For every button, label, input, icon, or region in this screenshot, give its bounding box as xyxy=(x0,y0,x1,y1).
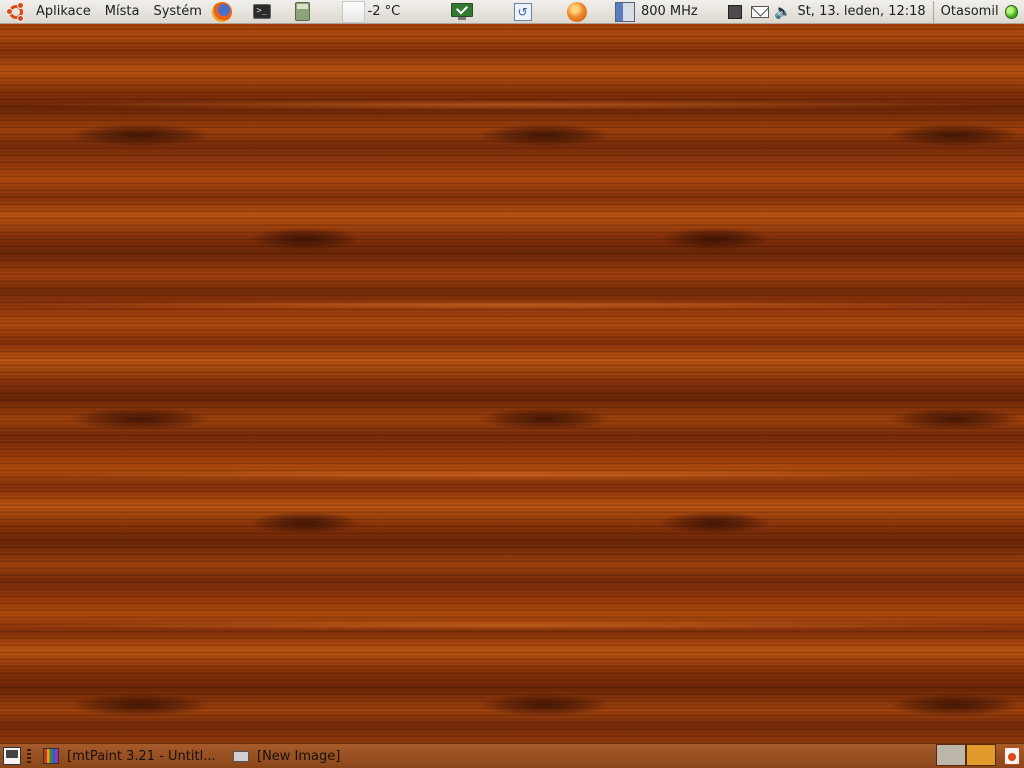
firefox-launcher[interactable] xyxy=(212,1,233,23)
terminal-icon: >_ xyxy=(253,4,272,19)
panel-handle[interactable] xyxy=(27,749,31,763)
volume-icon: 🔈 xyxy=(774,3,792,20)
workspace-switcher xyxy=(936,744,996,767)
wood-knot xyxy=(250,228,360,250)
bottom-panel: [mtPaint 3.21 - Untitl... [New Image] xyxy=(0,743,1024,768)
ubuntu-logo-icon[interactable] xyxy=(6,1,25,22)
clock[interactable]: St, 13. leden, 12:18 xyxy=(794,4,928,19)
wood-knot xyxy=(660,512,770,534)
image-icon xyxy=(233,750,249,762)
wood-knot xyxy=(480,124,610,146)
online-status-icon[interactable] xyxy=(1004,4,1018,19)
calculator-launcher[interactable] xyxy=(292,1,313,23)
menu-applications[interactable]: Aplikace xyxy=(29,0,98,24)
workspace-switch-button[interactable]: ↺ xyxy=(512,1,533,23)
workspace-2[interactable] xyxy=(966,744,996,766)
wood-knot xyxy=(480,408,610,430)
network-icon xyxy=(728,4,743,19)
weather-temperature[interactable]: -2 °C xyxy=(365,4,404,19)
wood-streak xyxy=(0,470,1024,480)
wood-streak xyxy=(0,620,1024,630)
wood-knot xyxy=(70,408,210,430)
show-desktop-icon[interactable] xyxy=(3,747,21,765)
cpu-frequency-button[interactable] xyxy=(614,1,635,23)
mail-icon xyxy=(751,5,770,18)
wood-knot xyxy=(890,408,1020,430)
menu-system[interactable]: Systém xyxy=(146,0,208,24)
workspace-1[interactable] xyxy=(936,744,966,766)
system-monitor-button[interactable] xyxy=(451,1,474,23)
wood-streak xyxy=(0,300,1024,310)
taskbar-item-mtpaint[interactable]: [mtPaint 3.21 - Untitl... xyxy=(37,745,227,768)
mtpaint-icon xyxy=(43,748,59,764)
firefox-icon xyxy=(212,1,233,22)
top-panel: Aplikace Místa Systém >_ -2 °C ↺ 800 MHz… xyxy=(0,0,1024,24)
trash-icon[interactable] xyxy=(1004,747,1020,765)
wood-knot xyxy=(480,694,610,716)
switch-icon: ↺ xyxy=(513,2,532,21)
wood-knot xyxy=(70,694,210,716)
wood-knot xyxy=(660,228,770,250)
taskbar-item-new-image[interactable]: [New Image] xyxy=(227,745,417,768)
wood-knot xyxy=(250,512,360,534)
update-notifier-icon xyxy=(566,1,587,22)
system-monitor-icon xyxy=(451,2,474,20)
panel-separator xyxy=(932,0,934,23)
desktop-wallpaper[interactable] xyxy=(0,0,1024,768)
network-button[interactable] xyxy=(725,1,746,23)
task-label: [New Image] xyxy=(257,748,341,764)
calculator-icon xyxy=(294,2,310,21)
wood-knot xyxy=(890,124,1020,146)
user-name[interactable]: Otasomil xyxy=(938,4,1002,19)
task-label: [mtPaint 3.21 - Untitl... xyxy=(67,748,216,764)
weather-icon[interactable] xyxy=(341,0,365,23)
mail-button[interactable] xyxy=(750,1,771,23)
menu-places[interactable]: Místa xyxy=(98,0,147,24)
wood-streak xyxy=(0,100,1024,110)
wood-knot xyxy=(890,694,1020,716)
cpu-frequency-label[interactable]: 800 MHz xyxy=(638,4,701,19)
wood-knot xyxy=(70,124,210,146)
volume-button[interactable]: 🔈 xyxy=(773,1,794,23)
terminal-launcher[interactable]: >_ xyxy=(252,1,273,23)
update-notifier-button[interactable] xyxy=(566,1,587,23)
cpu-frequency-icon xyxy=(614,1,635,22)
